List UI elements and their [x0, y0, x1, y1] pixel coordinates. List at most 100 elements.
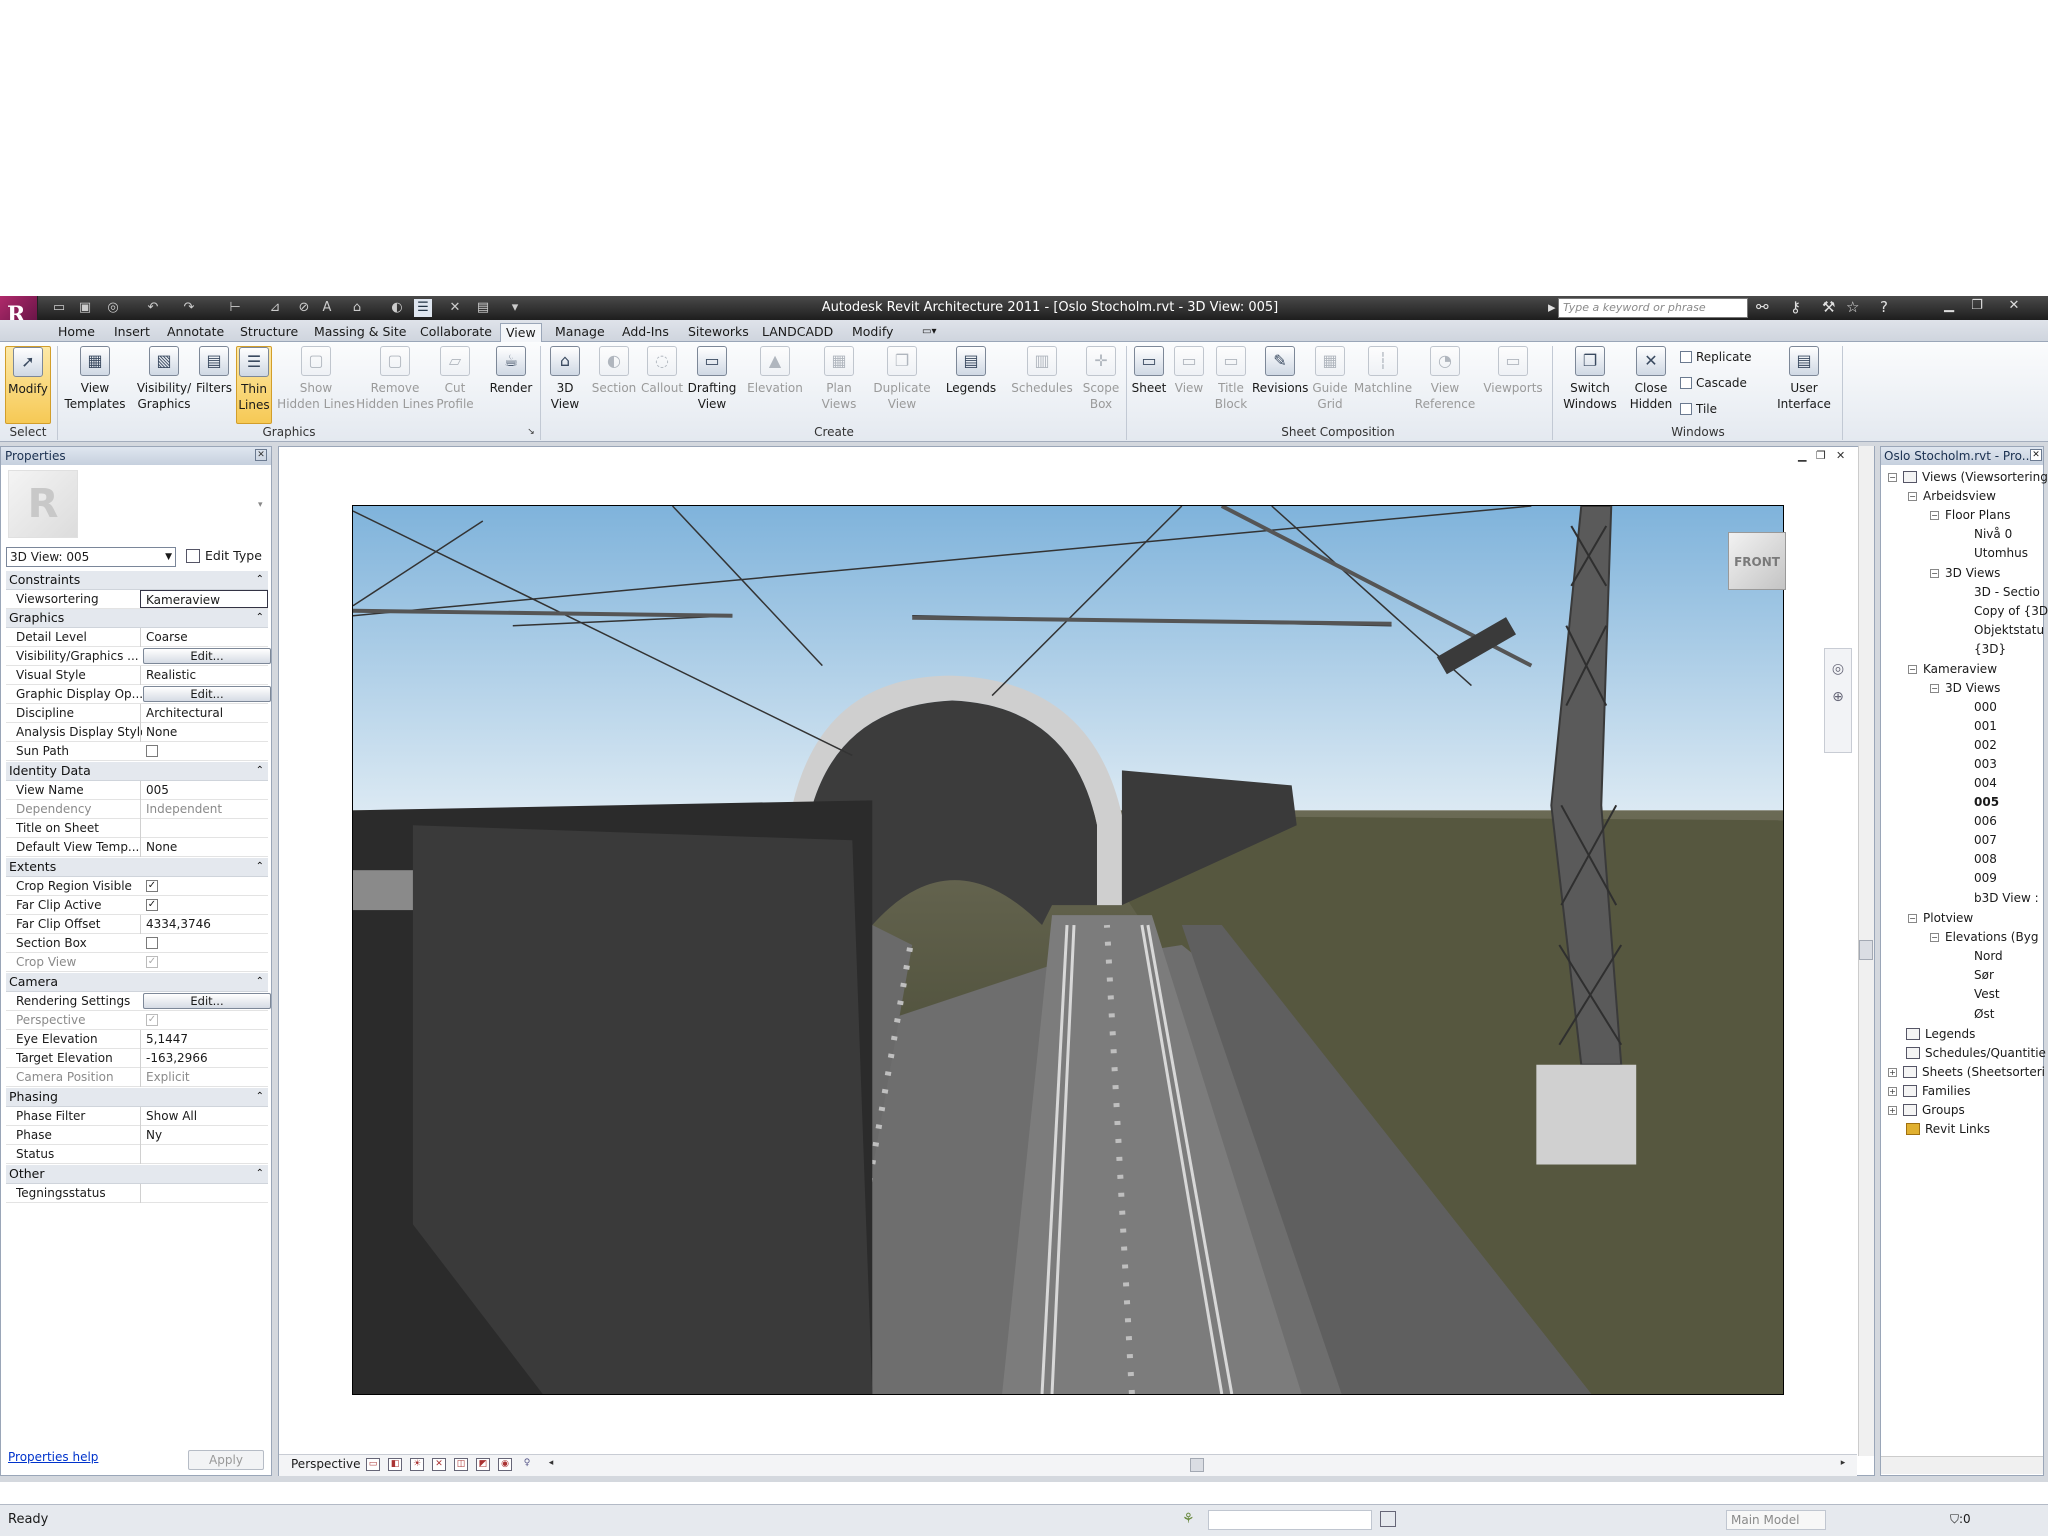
tree-families[interactable]: + Families	[1888, 1083, 1970, 1099]
minimize-ribbon-icon[interactable]: ▭▾	[922, 323, 936, 342]
redo-icon[interactable]: ↷	[180, 299, 198, 317]
detail-level-icon[interactable]: ▭	[366, 1458, 380, 1471]
switch-windows-button[interactable]: ❐ Switch Windows	[1560, 346, 1620, 424]
view-templates-button[interactable]: ▦ View Templates	[62, 346, 128, 424]
edit-type-button[interactable]: Edit Type	[186, 546, 262, 566]
prop-discipline[interactable]: Discipline Architectural	[6, 704, 268, 723]
place-view-button[interactable]: ▭ View	[1170, 346, 1208, 424]
restore-icon[interactable]: ❐	[1964, 297, 1990, 315]
show-crop-region-icon[interactable]: ◩	[476, 1458, 490, 1471]
dimension-icon[interactable]: ⊿	[266, 299, 284, 317]
undo-icon[interactable]: ↶	[144, 299, 162, 317]
save-icon[interactable]: ▣	[76, 299, 94, 317]
tree-view-003[interactable]: 003	[1974, 756, 1997, 772]
measure-icon[interactable]: ⊢	[226, 299, 244, 317]
type-selector-dropdown-icon[interactable]: ▾	[258, 500, 263, 510]
user-interface-button[interactable]: ▤ User Interface	[1772, 346, 1836, 424]
favorites-icon[interactable]: ☆	[1846, 298, 1859, 316]
tab-landcadd[interactable]: LANDCADD	[762, 323, 833, 342]
tab-insert[interactable]: Insert	[114, 323, 150, 342]
prop-target-elevation[interactable]: Target Elevation -163,2966	[6, 1049, 268, 1068]
tree-plotview[interactable]: − Plotview	[1908, 910, 1973, 926]
title-block-button[interactable]: ▭ Title Block	[1210, 346, 1252, 424]
open-icon[interactable]: ▭	[50, 299, 68, 317]
tag-icon[interactable]: ⊘	[295, 299, 313, 317]
prop-phase-filter[interactable]: Phase Filter Show All	[6, 1107, 268, 1126]
apply-button[interactable]: Apply	[188, 1450, 264, 1470]
prop-viewsortering[interactable]: Viewsortering Kameraview	[6, 590, 268, 609]
view-reference-button[interactable]: ◔ View Reference	[1412, 346, 1478, 424]
tree-view-007[interactable]: 007	[1974, 832, 1997, 848]
tree-objektstatus[interactable]: Objektstatu	[1974, 622, 2044, 638]
section-identity-data[interactable]: Identity Data ⌃	[6, 762, 268, 781]
prop-phase[interactable]: Phase Ny	[6, 1126, 268, 1145]
tree-niva-0[interactable]: Nivå 0	[1974, 526, 2012, 542]
sun-path-checkbox[interactable]	[146, 745, 158, 757]
properties-help-link[interactable]: Properties help	[8, 1450, 98, 1464]
plan-views-button[interactable]: ▦ Plan Views	[818, 346, 860, 424]
communication-icon[interactable]: ⚒	[1822, 298, 1835, 316]
tree-view-008[interactable]: 008	[1974, 851, 1997, 867]
tree-floor-plans[interactable]: − Floor Plans	[1930, 507, 2010, 523]
tree-view-004[interactable]: 004	[1974, 775, 1997, 791]
tree-view-000[interactable]: 000	[1974, 699, 1997, 715]
close-icon[interactable]: ✕	[1994, 297, 2034, 315]
tab-structure[interactable]: Structure	[240, 323, 298, 342]
prop-detail-level[interactable]: Detail Level Coarse	[6, 628, 268, 647]
tree-elevations[interactable]: − Elevations (Byg	[1930, 929, 2038, 945]
browser-close-icon[interactable]: ✕	[2030, 449, 2042, 461]
tree-views[interactable]: − Views (Viewsortering	[1888, 469, 2048, 485]
horizontal-scrollbar-thumb[interactable]	[1190, 1458, 1204, 1472]
prop-analysis-display[interactable]: Analysis Display Style None	[6, 723, 268, 742]
view-minimize-icon[interactable]: ▁	[1798, 449, 1806, 462]
zoom-icon[interactable]: ⊕	[1825, 689, 1851, 705]
minimize-icon[interactable]: ▁	[1936, 297, 1962, 315]
browser-horizontal-scrollbar[interactable]	[1881, 1456, 2043, 1474]
prop-status[interactable]: Status	[6, 1145, 268, 1164]
prop-eye-elevation[interactable]: Eye Elevation 5,1447	[6, 1030, 268, 1049]
tree-view-009[interactable]: 009	[1974, 870, 1997, 886]
replicate-button[interactable]: Replicate	[1680, 350, 1752, 364]
drafting-view-button[interactable]: ▭ Drafting View	[686, 346, 738, 424]
prop-view-name[interactable]: View Name 005	[6, 781, 268, 800]
properties-close-icon[interactable]: ✕	[255, 449, 267, 461]
subscription-icon[interactable]: ⚷	[1790, 298, 1801, 316]
section-other[interactable]: Other ⌃	[6, 1165, 268, 1184]
tree-sheets[interactable]: + Sheets (Sheetsorteri	[1888, 1064, 2045, 1080]
thin-lines-qat-icon[interactable]: ☰	[414, 299, 432, 317]
tree-view-b3d[interactable]: b3D View :	[1974, 890, 2039, 906]
revisions-button[interactable]: ✎ Revisions	[1252, 346, 1308, 424]
tree-groups[interactable]: + Groups	[1888, 1102, 1965, 1118]
prop-far-clip-offset[interactable]: Far Clip Offset 4334,3746	[6, 915, 268, 934]
scroll-right-icon[interactable]: ▸	[1836, 1458, 1850, 1471]
viewcube[interactable]: FRONT	[1728, 532, 1786, 590]
tab-home[interactable]: Home	[58, 323, 95, 342]
filters-button[interactable]: ▤ Filters	[194, 346, 234, 424]
tree-vest[interactable]: Vest	[1974, 986, 2000, 1002]
graphics-dialog-launcher-icon[interactable]: ↘	[524, 424, 538, 440]
rendering-settings-edit-button[interactable]: Edit...	[143, 993, 271, 1009]
modify-button[interactable]: ➚ Modify	[5, 346, 51, 424]
remove-hidden-lines-button[interactable]: ▢ Remove Hidden Lines	[356, 346, 434, 424]
thin-lines-button[interactable]: ☰ Thin Lines	[236, 346, 272, 424]
scroll-left-icon[interactable]: ◂	[544, 1458, 558, 1471]
help-icon[interactable]: ?	[1880, 298, 1888, 316]
text-icon[interactable]: A	[318, 299, 336, 317]
visibility-graphics-edit-button[interactable]: Edit...	[143, 648, 271, 664]
active-workset-select[interactable]	[1208, 1510, 1372, 1530]
tab-massing-site[interactable]: Massing & Site	[314, 323, 407, 342]
tree-schedules[interactable]: Schedules/Quantitie	[1906, 1045, 2046, 1061]
switch-windows-icon[interactable]: ▤	[474, 299, 492, 317]
guide-grid-button[interactable]: ▦ Guide Grid	[1310, 346, 1350, 424]
tree-view-001[interactable]: 001	[1974, 718, 1997, 734]
tab-add-ins[interactable]: Add-Ins	[622, 323, 669, 342]
tree-3d[interactable]: {3D}	[1974, 641, 2006, 657]
prop-title-on-sheet[interactable]: Title on Sheet	[6, 819, 268, 838]
section-camera[interactable]: Camera ⌃	[6, 973, 268, 992]
view-scale-label[interactable]: Perspective	[291, 1457, 361, 1471]
binoculars-icon[interactable]: ⚯	[1756, 298, 1769, 316]
3d-view-button[interactable]: ⌂ 3D View	[544, 346, 586, 424]
default-3d-view-icon[interactable]: ⌂	[348, 299, 366, 317]
tree-sor[interactable]: Sør	[1974, 967, 1994, 983]
visual-style-icon[interactable]: ◧	[388, 1458, 402, 1471]
